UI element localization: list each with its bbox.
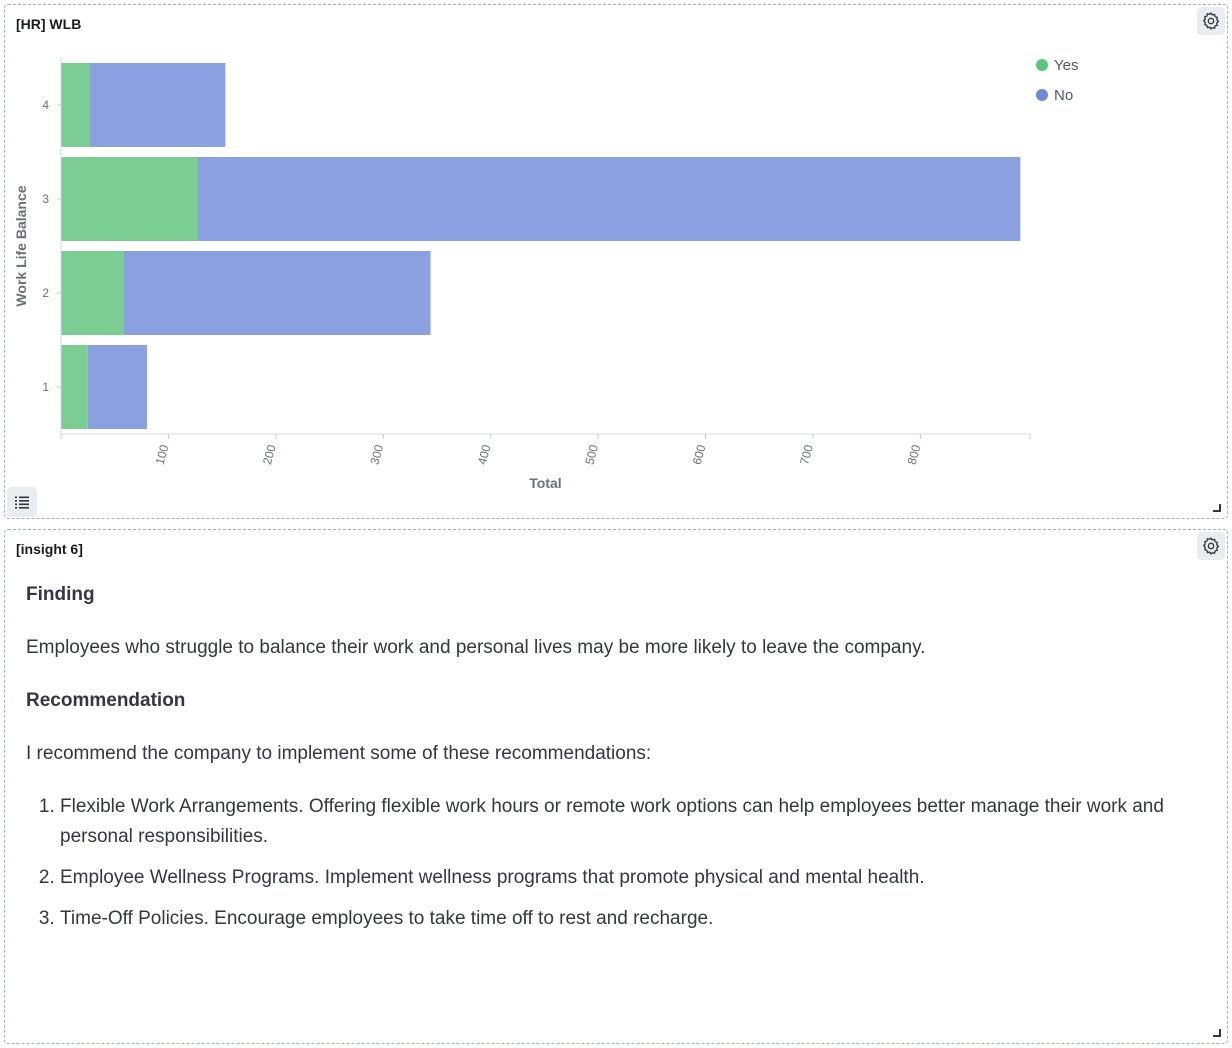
legend-label: No — [1054, 86, 1074, 104]
finding-text: Employees who struggle to balance their … — [26, 637, 926, 658]
resize-handle-icon[interactable] — [1213, 504, 1221, 512]
legend-item-yes[interactable]: Yes — [1036, 50, 1078, 80]
gear-icon — [1202, 537, 1220, 555]
legend-item-no[interactable]: No — [1036, 80, 1078, 110]
recommendation-intro: I recommend the company to implement som… — [26, 743, 652, 764]
bar-no-4 — [90, 63, 226, 147]
y-tick-label: 2 — [42, 286, 49, 300]
chart-legend: Yes No — [1036, 50, 1078, 110]
y-tick-label: 1 — [42, 380, 49, 394]
x-tick-label: 700 — [797, 443, 816, 466]
recommendation-list: Flexible Work Arrangements. Offering fle… — [26, 792, 1207, 934]
panel-title: [insight 6] — [16, 541, 83, 557]
recommendation-heading: Recommendation — [26, 690, 186, 711]
chart-panel: [HR] WLB 4 3 2 1 100 200 300 400 500 600 700 800 Tot… — [4, 4, 1228, 519]
list-item: Flexible Work Arrangements. Offering fle… — [60, 792, 1207, 852]
x-tick-label: 600 — [690, 443, 709, 466]
markdown-content: Finding Employees who struggle to balanc… — [26, 580, 1207, 945]
y-tick-label: 3 — [42, 192, 49, 206]
x-tick-label: 200 — [260, 443, 279, 466]
list-icon — [15, 496, 29, 509]
x-axis-title: Total — [529, 475, 561, 491]
bar-yes-3 — [61, 157, 198, 241]
bar-no-1 — [87, 345, 147, 429]
y-axis-title: Work Life Balance — [13, 185, 29, 306]
resize-handle-icon[interactable] — [1213, 1029, 1221, 1037]
y-tick-label: 4 — [42, 98, 49, 112]
x-tick-label: 400 — [475, 443, 494, 466]
legend-toggle-button[interactable] — [7, 487, 37, 517]
bar-no-2 — [123, 251, 431, 335]
bar-no-3 — [197, 157, 1021, 241]
x-tick-label: 100 — [153, 443, 172, 466]
bar-yes-1 — [61, 345, 88, 429]
panel-options-button[interactable] — [1197, 532, 1225, 560]
x-tick-label: 800 — [905, 443, 924, 466]
bar-yes-4 — [61, 63, 91, 147]
finding-heading: Finding — [26, 584, 95, 605]
legend-label: Yes — [1054, 56, 1079, 74]
bar-yes-2 — [61, 251, 124, 335]
x-tick-label: 300 — [367, 443, 386, 466]
list-item: Employee Wellness Programs. Implement we… — [60, 863, 1207, 893]
x-tick-label: 500 — [582, 443, 601, 466]
legend-dot-no — [1036, 89, 1048, 101]
insight-panel: [insight 6] Finding Employees who strugg… — [4, 529, 1228, 1044]
list-item: Time-Off Policies. Encourage employees t… — [60, 904, 1207, 934]
legend-dot-yes — [1036, 59, 1048, 71]
